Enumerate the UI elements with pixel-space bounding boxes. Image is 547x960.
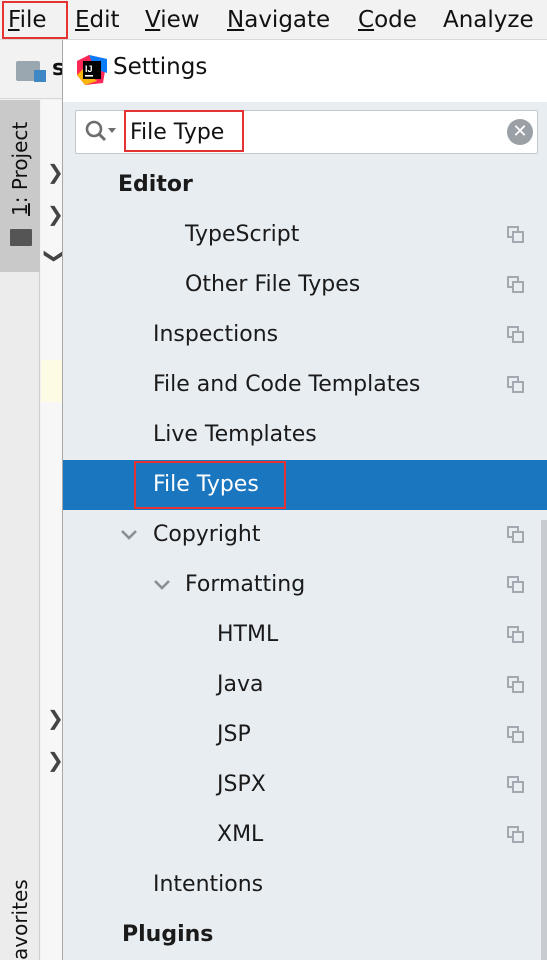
- tree-item-file-types[interactable]: File Types: [63, 460, 547, 510]
- tree-item-label: HTML: [217, 622, 279, 647]
- folder-icon: [10, 229, 32, 246]
- settings-search-box[interactable]: ✕: [75, 110, 538, 154]
- search-input[interactable]: [126, 114, 486, 150]
- tree-item-label: Intentions: [153, 872, 264, 897]
- project-tree-edge: [41, 100, 62, 960]
- dialog-title-bar: IJ Settings: [63, 40, 547, 102]
- tree-item-label: TypeScript: [185, 222, 300, 247]
- search-icon[interactable]: [84, 119, 118, 145]
- tree-item-live-templates[interactable]: Live Templates: [63, 410, 547, 460]
- menu-edit[interactable]: Edit: [75, 0, 120, 40]
- menu-view[interactable]: View: [145, 0, 200, 40]
- tree-item-plugins[interactable]: Plugins: [63, 910, 547, 960]
- project-scope-copy-icon: [507, 526, 525, 544]
- svg-text:IJ: IJ: [85, 64, 93, 74]
- menu-analyze[interactable]: Analyze: [443, 0, 534, 40]
- menu-navigate[interactable]: Navigate: [227, 0, 330, 40]
- project-scope-copy-icon: [507, 776, 525, 794]
- project-tool-label: 1: Project: [8, 121, 32, 216]
- project-scope-copy-icon: [507, 576, 525, 594]
- menu-code[interactable]: Code: [358, 0, 417, 40]
- tree-scrollbar[interactable]: [541, 520, 547, 960]
- tree-item-file-and-code-templates[interactable]: File and Code Templates: [63, 360, 547, 410]
- tree-item-label: Copyright: [153, 522, 261, 547]
- favorites-tool-label[interactable]: avorites: [0, 840, 40, 960]
- project-scope-copy-icon: [507, 726, 525, 744]
- menu-bar: File Edit View Navigate Code Analyze: [0, 0, 547, 40]
- tree-item-xml[interactable]: XML: [63, 810, 547, 860]
- tree-item-copyright[interactable]: Copyright: [63, 510, 547, 560]
- tree-item-label: Plugins: [122, 922, 214, 947]
- tree-item-jsp[interactable]: JSP: [63, 710, 547, 760]
- menu-file[interactable]: File: [8, 0, 47, 40]
- tree-item-jspx[interactable]: JSPX: [63, 760, 547, 810]
- project-scope-copy-icon: [507, 676, 525, 694]
- project-scope-copy-icon: [507, 326, 525, 344]
- project-scope-copy-icon: [507, 226, 525, 244]
- tree-item-inspections[interactable]: Inspections: [63, 310, 547, 360]
- tree-item-typescript[interactable]: TypeScript: [63, 210, 547, 260]
- tree-item-label: Formatting: [185, 572, 306, 597]
- tree-item-html[interactable]: HTML: [63, 610, 547, 660]
- tree-item-label: Java: [217, 672, 264, 697]
- project-scope-copy-icon: [507, 826, 525, 844]
- tree-item-other-file-types[interactable]: Other File Types: [63, 260, 547, 310]
- tree-item-label: File and Code Templates: [153, 372, 421, 397]
- settings-dialog: IJ Settings ✕ Editor TypeScript Other Fi…: [62, 40, 547, 960]
- project-scope-copy-icon: [507, 376, 525, 394]
- tree-item-label: XML: [217, 822, 264, 847]
- tree-item-java[interactable]: Java: [63, 660, 547, 710]
- tree-item-editor[interactable]: Editor: [63, 160, 547, 210]
- tree-item-label: JSPX: [217, 772, 266, 797]
- clear-icon[interactable]: ✕: [507, 119, 533, 145]
- tree-item-label: Other File Types: [185, 272, 361, 297]
- tree-item-label: Editor: [118, 172, 193, 197]
- tree-item-label: Live Templates: [153, 422, 317, 447]
- chevron-down-icon[interactable]: [119, 524, 139, 544]
- tree-item-intentions[interactable]: Intentions: [63, 860, 547, 910]
- chevron-down-icon[interactable]: [152, 574, 172, 594]
- tree-item-formatting[interactable]: Formatting: [63, 560, 547, 610]
- project-scope-copy-icon: [507, 276, 525, 294]
- tree-item-label: Inspections: [153, 322, 279, 347]
- tree-item-label: JSP: [217, 722, 251, 747]
- intellij-logo-icon: IJ: [77, 55, 107, 85]
- dialog-title: Settings: [113, 54, 208, 80]
- tree-item-label: File Types: [153, 472, 259, 497]
- project-scope-copy-icon: [507, 626, 525, 644]
